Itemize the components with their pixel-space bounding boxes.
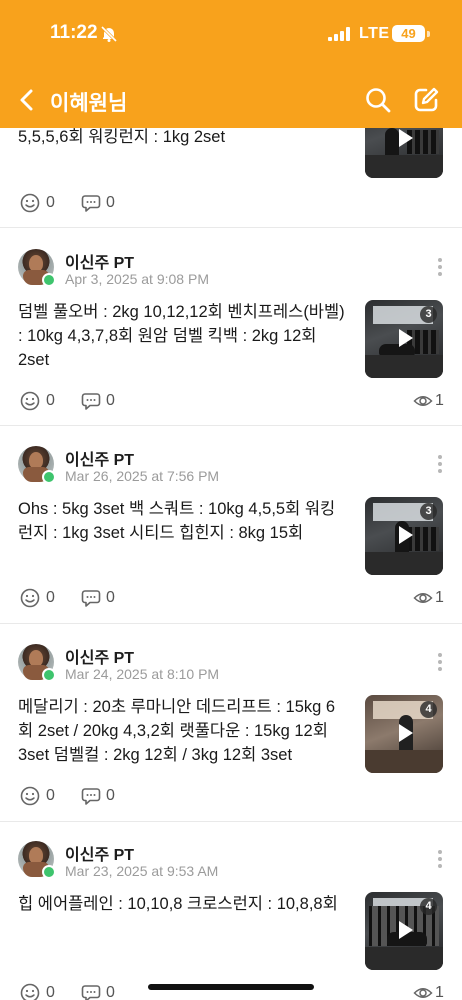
comment-count: 0 [106, 589, 115, 606]
post-text: 힙 에어플레인 : 10,10,8 크로스런지 : 10,8,8회 [18, 895, 338, 913]
play-icon [399, 921, 413, 939]
reaction-smile-icon[interactable] [20, 983, 40, 1000]
comment-count: 0 [106, 194, 115, 211]
more-options-icon[interactable] [437, 653, 443, 673]
media-count-badge: 3 [420, 503, 437, 520]
more-options-icon[interactable] [437, 850, 443, 870]
comment-icon[interactable] [81, 391, 101, 411]
post-video-thumbnail[interactable]: 4 [365, 892, 443, 970]
reaction-count: 0 [46, 589, 55, 606]
view-count: 1 [435, 589, 444, 606]
media-count-badge: 3 [420, 306, 437, 323]
view-count: 1 [435, 984, 444, 1000]
media-count-badge: 4 [420, 898, 437, 915]
post-date: Mar 23, 2025 at 9:53 AM [65, 863, 219, 879]
author-name[interactable]: 이신주 PT [65, 446, 134, 470]
post-video-thumbnail[interactable]: 3 [365, 300, 443, 378]
comment-icon[interactable] [81, 786, 101, 806]
comment-count: 0 [106, 787, 115, 804]
play-icon [399, 724, 413, 742]
reaction-count: 0 [46, 984, 55, 1000]
views-eye-icon [413, 396, 433, 406]
post-card[interactable]: 이신주 PT Mar 24, 2025 at 8:10 PM 메달리기 : 20… [0, 624, 462, 821]
post-date: Mar 26, 2025 at 7:56 PM [65, 468, 220, 484]
comment-icon[interactable] [81, 193, 101, 213]
post-text: Ohs : 5kg 3set 백 스쿼트 : 10kg 4,5,5회 워킹런지 … [18, 500, 336, 542]
signal-icon [328, 27, 350, 41]
media-count-badge: 4 [420, 701, 437, 718]
post-text: 메달리기 : 20초 루마니안 데드리프트 : 15kg 6회 2set / 2… [18, 698, 336, 764]
network-label: LTE [359, 25, 390, 42]
post-video-thumbnail[interactable] [365, 128, 443, 178]
view-count: 1 [435, 392, 444, 409]
avatar[interactable] [18, 249, 56, 287]
avatar[interactable] [18, 644, 56, 682]
comment-count: 0 [106, 392, 115, 409]
post-video-thumbnail[interactable]: 3 [365, 497, 443, 575]
author-name[interactable]: 이신주 PT [65, 644, 134, 668]
post-card[interactable]: 이신주 PT Mar 26, 2025 at 7:56 PM Ohs : 5kg… [0, 426, 462, 623]
more-options-icon[interactable] [437, 455, 443, 475]
author-name[interactable]: 이신주 PT [65, 249, 134, 273]
page-title: 이혜원님 [50, 92, 128, 115]
app-header: 11:22 LTE 49 이혜원님 [0, 0, 462, 128]
reaction-smile-icon[interactable] [20, 391, 40, 411]
search-icon[interactable] [364, 86, 392, 114]
views-eye-icon [413, 988, 433, 998]
avatar[interactable] [18, 841, 56, 879]
post-card[interactable]: 5,5,5,6회 워킹런지 : 1kg 2set 0 0 [0, 128, 462, 227]
home-indicator[interactable] [148, 984, 314, 990]
reaction-count: 0 [46, 194, 55, 211]
reaction-smile-icon[interactable] [20, 786, 40, 806]
comment-icon[interactable] [81, 983, 101, 1000]
crown-badge-icon [42, 668, 56, 682]
battery-icon: 49 [392, 25, 425, 42]
more-options-icon[interactable] [437, 258, 443, 278]
status-time: 11:22 [50, 22, 98, 43]
post-text: 5,5,5,6회 워킹런지 : 1kg 2set [18, 128, 226, 146]
post-date: Apr 3, 2025 at 9:08 PM [65, 271, 209, 287]
play-icon [399, 526, 413, 544]
comment-icon[interactable] [81, 588, 101, 608]
back-chevron-icon[interactable] [14, 86, 40, 114]
bell-off-icon [100, 25, 118, 43]
battery-tip [427, 31, 430, 37]
post-date: Mar 24, 2025 at 8:10 PM [65, 666, 220, 682]
reaction-count: 0 [46, 392, 55, 409]
views-eye-icon [413, 593, 433, 603]
feed-list[interactable]: 5,5,5,6회 워킹런지 : 1kg 2set 0 0 이신주 PT Apr … [0, 128, 462, 1000]
comment-count: 0 [106, 984, 115, 1000]
edit-icon[interactable] [412, 86, 440, 114]
reaction-count: 0 [46, 787, 55, 804]
author-name[interactable]: 이신주 PT [65, 841, 134, 865]
reaction-smile-icon[interactable] [20, 193, 40, 213]
avatar[interactable] [18, 446, 56, 484]
crown-badge-icon [42, 273, 56, 287]
post-text: 덤벨 풀오버 : 2kg 10,12,12회 벤치프레스(바벨) : 10kg … [18, 303, 345, 369]
crown-badge-icon [42, 470, 56, 484]
post-card[interactable]: 이신주 PT Apr 3, 2025 at 9:08 PM 덤벨 풀오버 : 2… [0, 228, 462, 425]
reaction-smile-icon[interactable] [20, 588, 40, 608]
play-icon [399, 329, 413, 347]
crown-badge-icon [42, 865, 56, 879]
play-icon [399, 129, 413, 147]
post-video-thumbnail[interactable]: 4 [365, 695, 443, 773]
post-card[interactable]: 이신주 PT Mar 23, 2025 at 9:53 AM 힙 에어플레인 :… [0, 822, 462, 1000]
